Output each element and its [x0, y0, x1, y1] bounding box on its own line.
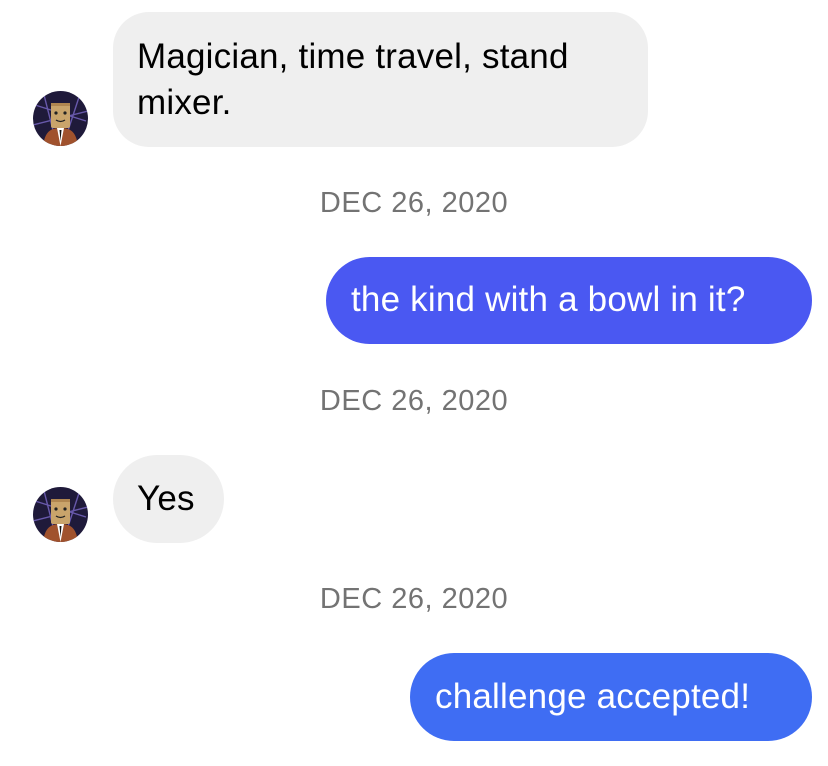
message-text: Magician, time travel, stand mixer. — [137, 37, 569, 122]
contact-avatar[interactable] — [33, 487, 88, 542]
message-timestamp: DEC 26, 2020 — [319, 187, 509, 219]
paper-bag-head-avatar-icon — [33, 487, 88, 542]
contact-avatar[interactable] — [33, 91, 88, 146]
message-text: Yes — [137, 479, 195, 518]
message-timestamp: DEC 26, 2020 — [319, 385, 509, 417]
incoming-message-bubble[interactable]: Magician, time travel, stand mixer. — [113, 12, 648, 147]
paper-bag-head-avatar-icon — [33, 91, 88, 146]
outgoing-message-bubble[interactable]: the kind with a bowl in it? — [326, 257, 812, 344]
message-text: the kind with a bowl in it? — [351, 280, 746, 319]
outgoing-message-bubble[interactable]: challenge accepted! — [410, 653, 812, 741]
message-timestamp: DEC 26, 2020 — [319, 583, 509, 615]
message-text: challenge accepted! — [435, 677, 751, 716]
incoming-message-bubble[interactable]: Yes — [113, 455, 224, 543]
message-thread: Magician, time travel, stand mixer. DEC … — [0, 0, 828, 766]
